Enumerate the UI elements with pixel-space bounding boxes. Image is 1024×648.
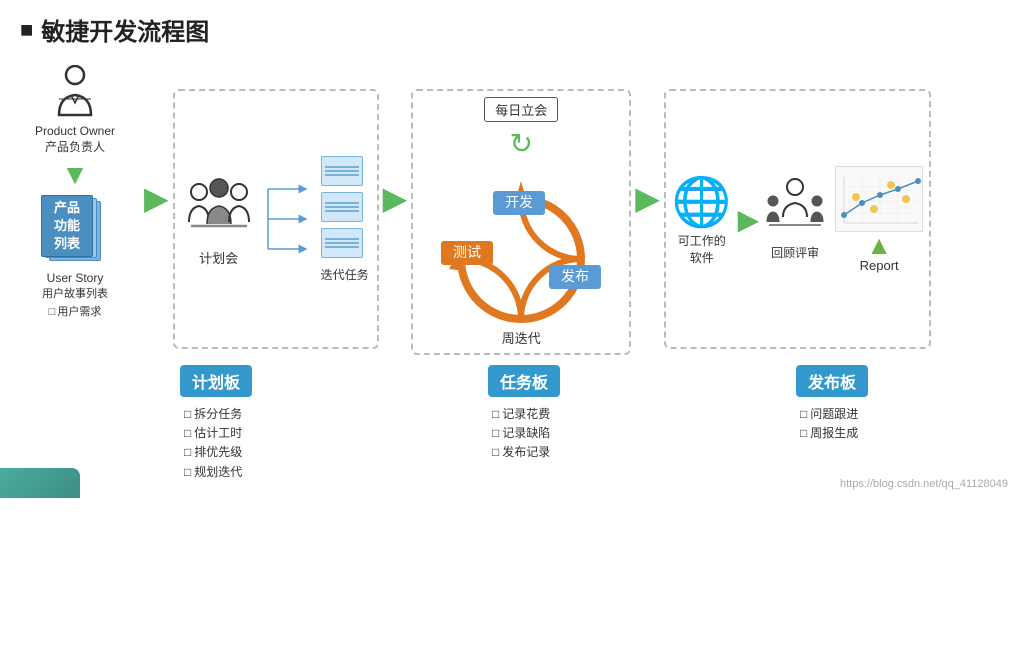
plan-item-2: 估计工时 [184,424,242,443]
working-software-label: 可工作的 软件 [678,232,726,266]
title-square: ■ [20,17,33,43]
task-board-items: 记录花费 记录缺陷 发布记录 [488,405,550,463]
arrow-right-3: ▶ [635,179,660,217]
down-arrow-1: ▼ [61,159,89,191]
page-container: ■ 敏捷开发流程图 [0,0,1024,648]
doc-stack: 产品 功能 列表 [41,195,109,267]
title-area: ■ 敏捷开发流程图 [0,0,1024,53]
plan-board-panel: 计划板 拆分任务 估计工时 排优先级 规划迭代 [170,359,388,488]
task-item-3: 发布记录 [492,443,550,462]
globe-group: 🌐 可工作的 软件 [672,173,732,266]
task-item-2: 记录缺陷 [492,424,550,443]
review-group: 回顾评审 [765,177,825,261]
up-arrow-report: ▲ [866,232,892,258]
review-label: 回顾评审 [771,244,819,261]
plan-board-items: 拆分任务 估计工时 排优先级 规划迭代 [180,405,242,482]
release-board-panel: 发布板 问题跟进 周报生成 [786,359,1004,488]
team-meeting-group: 计划会 [183,172,255,267]
arrow-right-1: ▶ [144,179,169,217]
doc-label1: 产品 [54,199,80,217]
task-arrows [263,179,313,259]
plan-meeting-label: 计划会 [199,248,238,267]
sprint-cycle: 开发 测试 发布 [431,164,611,334]
person-icon [51,65,99,122]
team-icon [183,172,255,244]
release-board-label: 发布板 [796,365,868,405]
user-story-label1: User Story [47,271,104,285]
task-item-1: 记录花费 [492,405,550,424]
plan-board-label: 计划板 [180,365,252,405]
product-owner-column: Product Owner 产品负责人 ▼ 产品 功能 列表 User S [10,59,140,325]
watermark: https://blog.csdn.net/qq_41128049 [840,478,1008,490]
review-icon [765,177,825,242]
task-board-panel: 任务板 记录花费 记录缺陷 发布记录 [478,359,696,488]
task-list-items: 迭代任务 [321,156,369,283]
release-item-1: 问题跟进 [800,405,858,424]
svg-text:开发: 开发 [505,194,533,210]
plan-item-3: 排优先级 [184,443,242,462]
svg-text:测试: 测试 [453,244,481,260]
report-label: Report [860,258,899,273]
sprint-planning-section: 计划会 [173,89,379,349]
release-board-items: 问题跟进 周报生成 [796,405,858,443]
doc-label3: 列表 [54,235,80,253]
corner-decoration [0,468,80,498]
doc-label2: 功能 [54,217,80,235]
output-section: 🌐 可工作的 软件 ▶ [664,89,931,349]
product-owner-label2: 产品负责人 [45,140,105,156]
arrow-right-2: ▶ [383,179,408,217]
iteration-tasks-label: 迭代任务 [321,266,369,283]
refresh-icon: ↻ [510,130,533,158]
release-item-2: 周报生成 [800,424,858,443]
plan-item-4: 规划迭代 [184,463,242,482]
product-owner-label1: Product Owner [35,124,115,140]
plan-item-1: 拆分任务 [184,405,242,424]
sprint-cycle-section: 每日立会 ↻ [411,89,631,355]
checkbox-user-req: □用户需求 [49,303,102,319]
daily-standup-box: 每日立会 [484,97,558,122]
arrow-right-4: ▶ [738,203,760,236]
globe-icon: 🌐 [672,173,732,230]
report-group: ▲ Report [835,166,923,273]
bottom-panels: 计划板 拆分任务 估计工时 排优先级 规划迭代 任务板 记录花费 记录缺陷 发布… [10,355,1014,492]
main-title: 敏捷开发流程图 [41,12,209,47]
report-chart [835,166,923,232]
user-story-label2: 用户故事列表 [42,285,108,301]
task-board-label: 任务板 [488,365,560,405]
svg-text:发布: 发布 [561,268,589,284]
diagram-wrapper: Product Owner 产品负责人 ▼ 产品 功能 列表 User S [0,53,1024,498]
